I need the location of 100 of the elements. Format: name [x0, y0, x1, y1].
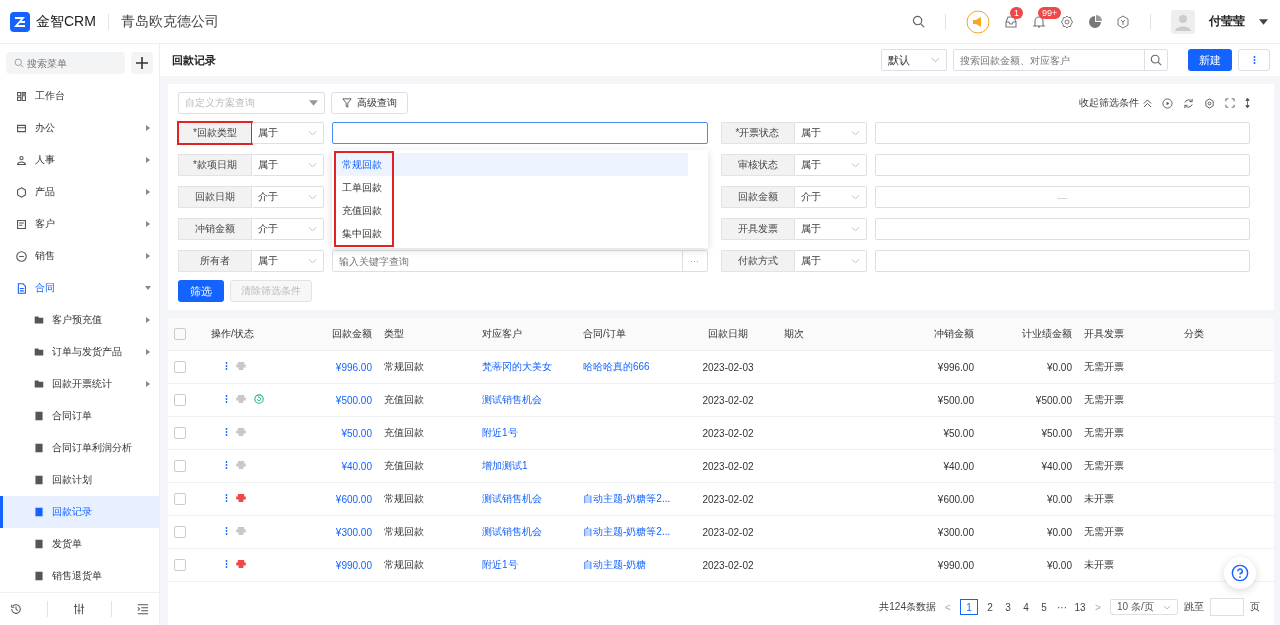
page-button[interactable]: 5: [1038, 600, 1050, 614]
operator-select[interactable]: 属于: [794, 122, 867, 144]
menu-item[interactable]: 工作台: [0, 80, 159, 112]
select-all-checkbox[interactable]: [174, 328, 186, 341]
play-icon[interactable]: [1162, 97, 1173, 109]
more-icon[interactable]: [225, 559, 228, 569]
contract-link[interactable]: 哈哈哈真的666: [583, 361, 650, 372]
new-button[interactable]: 新建: [1188, 49, 1232, 71]
history-icon[interactable]: [9, 603, 22, 615]
page-button[interactable]: 3: [1002, 600, 1014, 614]
inbox-icon[interactable]: [1004, 14, 1018, 29]
settings-icon[interactable]: [1060, 14, 1074, 29]
chevrons-up-icon[interactable]: [1143, 98, 1152, 108]
dropdown-option[interactable]: 常规回款: [336, 153, 688, 176]
page-size-select[interactable]: 10 条/页: [1110, 599, 1178, 615]
row-checkbox[interactable]: [174, 460, 186, 473]
search-icon[interactable]: [912, 15, 925, 28]
column-header[interactable]: 期次: [784, 328, 804, 339]
operator-select[interactable]: 属于: [794, 218, 867, 240]
indent-icon[interactable]: [137, 603, 150, 615]
menu-item[interactable]: 合同: [0, 272, 159, 304]
page-number-field[interactable]: [1210, 598, 1244, 616]
row-checkbox[interactable]: [174, 394, 186, 407]
pie-chart-icon[interactable]: [1088, 14, 1102, 29]
contract-link[interactable]: 自动主题-奶糖等2...: [583, 526, 671, 537]
contract-link[interactable]: 自动主题-奶糖: [583, 559, 647, 570]
column-header[interactable]: 回款金额: [332, 328, 372, 339]
hexagon-icon[interactable]: [1116, 14, 1130, 29]
menu-item[interactable]: 客户: [0, 208, 159, 240]
menu-item[interactable]: 办公: [0, 112, 159, 144]
submenu-item[interactable]: 销售退货单: [0, 560, 159, 592]
fullscreen-icon[interactable]: [1225, 98, 1235, 108]
more-icon[interactable]: [225, 460, 228, 470]
contract-link[interactable]: 自动主题-奶糖等2...: [583, 493, 671, 504]
page-button[interactable]: 2: [984, 600, 996, 614]
row-checkbox[interactable]: [174, 559, 186, 572]
submenu-item[interactable]: 合同订单利润分析: [0, 432, 159, 464]
operator-select[interactable]: 属于: [252, 250, 324, 272]
dropdown-option[interactable]: 充值回款: [336, 199, 688, 222]
operator-select[interactable]: 介于: [252, 186, 324, 208]
submenu-item[interactable]: 客户预充值: [0, 304, 159, 336]
submenu-item[interactable]: 发货单: [0, 528, 159, 560]
column-header[interactable]: 回款日期: [708, 328, 748, 339]
add-button[interactable]: [131, 52, 153, 74]
column-header[interactable]: 计业绩金额: [1022, 328, 1072, 339]
operator-select[interactable]: 属于: [252, 122, 324, 144]
user-name[interactable]: 付莹莹: [1209, 13, 1245, 30]
caret-icon[interactable]: [1259, 18, 1268, 25]
operator-select[interactable]: 属于: [252, 154, 324, 176]
page-button[interactable]: 13: [1074, 600, 1086, 614]
filter-value-field[interactable]: [332, 122, 708, 144]
filter-button[interactable]: 筛选: [178, 280, 224, 302]
operator-select[interactable]: 属于: [794, 154, 867, 176]
bell-icon[interactable]: [1032, 14, 1046, 29]
submenu-item[interactable]: 合同订单: [0, 400, 159, 432]
submenu-item[interactable]: 订单与发货产品: [0, 336, 159, 368]
row-checkbox[interactable]: [174, 427, 186, 440]
customer-link[interactable]: 梵蒂冈的大美女: [482, 361, 552, 372]
column-header[interactable]: 对应客户: [482, 328, 522, 339]
row-checkbox[interactable]: [174, 361, 186, 374]
more-icon[interactable]: [225, 493, 228, 503]
more-icon[interactable]: [225, 427, 228, 437]
page-button[interactable]: ···: [1056, 600, 1068, 614]
customer-link[interactable]: 测试销售机会: [482, 394, 542, 405]
more-icon[interactable]: [225, 394, 228, 404]
customer-link[interactable]: 附近1号: [482, 427, 518, 438]
row-checkbox[interactable]: [174, 493, 186, 506]
more-icon[interactable]: [225, 361, 228, 371]
refresh-icon[interactable]: [1183, 97, 1194, 109]
customer-link[interactable]: 增加测试1: [482, 460, 528, 471]
submenu-item[interactable]: 回款开票统计: [0, 368, 159, 400]
more-icon[interactable]: [225, 526, 228, 536]
submenu-item[interactable]: 回款计划: [0, 464, 159, 496]
menu-item[interactable]: 产品: [0, 176, 159, 208]
collapse-filters-link[interactable]: 收起筛选条件: [1079, 96, 1139, 110]
search-box[interactable]: 搜索回款金额、对应客户: [953, 49, 1168, 71]
advanced-query-button[interactable]: 高级查询: [331, 92, 408, 114]
menu-search-box[interactable]: 搜索菜单: [6, 52, 125, 74]
column-header[interactable]: 分类: [1184, 328, 1204, 339]
column-header[interactable]: 合同/订单: [583, 328, 626, 339]
customer-link[interactable]: 附近1号: [482, 559, 518, 570]
customer-link[interactable]: 测试销售机会: [482, 493, 542, 504]
operator-select[interactable]: 介于: [794, 186, 867, 208]
dropdown-option[interactable]: 工单回款: [336, 176, 688, 199]
page-button[interactable]: 1: [960, 599, 978, 615]
page-button[interactable]: 4: [1020, 600, 1032, 614]
menu-item[interactable]: 销售: [0, 240, 159, 272]
dropdown-option[interactable]: 集中回款: [336, 222, 688, 245]
column-header[interactable]: 类型: [384, 328, 404, 339]
operator-select[interactable]: 介于: [252, 218, 324, 240]
column-header[interactable]: 冲销金额: [934, 328, 974, 339]
customer-link[interactable]: 测试销售机会: [482, 526, 542, 537]
operator-select[interactable]: 属于: [794, 250, 867, 272]
row-checkbox[interactable]: [174, 526, 186, 539]
column-header[interactable]: 操作/状态: [211, 328, 254, 339]
column-header[interactable]: 开具发票: [1084, 328, 1124, 339]
vertical-arrows-icon[interactable]: [1245, 98, 1250, 108]
settings-icon[interactable]: [1204, 97, 1215, 109]
view-select[interactable]: 默认: [881, 49, 947, 71]
sliders-icon[interactable]: [73, 603, 86, 615]
